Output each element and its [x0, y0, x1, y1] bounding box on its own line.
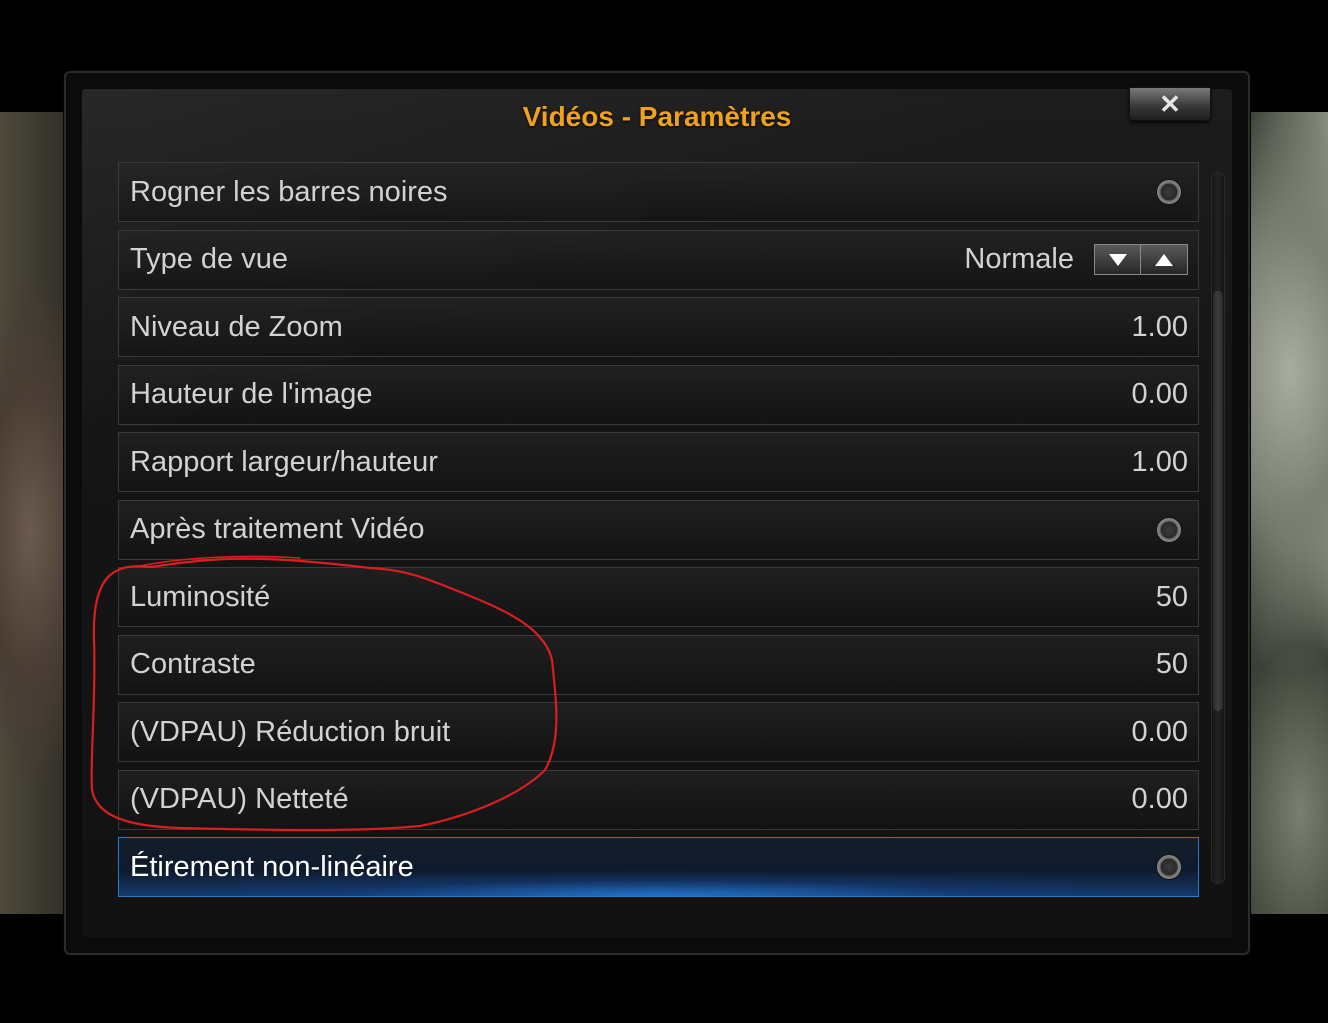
setting-label: Après traitement Vidéo: [130, 513, 425, 545]
spinner-up-button[interactable]: [1141, 244, 1188, 275]
setting-label: Contraste: [130, 648, 256, 680]
setting-label: Rogner les barres noires: [130, 175, 448, 208]
close-icon: ✕: [1159, 88, 1181, 119]
radio-toggle-icon[interactable]: [1156, 854, 1182, 880]
setting-value: 1.00: [1131, 445, 1188, 478]
radio-toggle-icon[interactable]: [1156, 516, 1182, 543]
setting-label: Luminosité: [130, 580, 271, 613]
scrollbar-thumb[interactable]: [1213, 291, 1223, 711]
setting-label: (VDPAU) Netteté: [130, 783, 349, 815]
spinner-down-button[interactable]: [1094, 244, 1141, 275]
setting-pixel-ratio[interactable]: Rapport largeur/hauteur 1.00: [118, 432, 1199, 492]
setting-value: 0.00: [1131, 378, 1188, 410]
setting-value: 1.00: [1131, 310, 1188, 343]
view-mode-spinner: [1094, 244, 1188, 275]
setting-value: 50: [1155, 580, 1188, 613]
setting-contrast[interactable]: Contraste 50: [118, 634, 1199, 695]
setting-label: (VDPAU) Réduction bruit: [130, 715, 451, 748]
settings-scrollbar[interactable]: [1211, 172, 1225, 884]
setting-value: 50: [1155, 648, 1188, 680]
setting-label: Étirement non-linéaire: [130, 850, 414, 883]
radio-toggle-icon[interactable]: [1156, 179, 1182, 205]
setting-label: Rapport largeur/hauteur: [130, 445, 438, 478]
setting-label: Niveau de Zoom: [130, 310, 343, 343]
setting-vdpau-sharpness[interactable]: (VDPAU) Netteté 0.00: [118, 769, 1199, 830]
setting-value: Normale: [964, 243, 1074, 275]
arrow-up-icon: [1155, 253, 1173, 266]
setting-crop-black-bars[interactable]: Rogner les barres noires: [118, 162, 1199, 222]
setting-post-processing[interactable]: Après traitement Vidéo: [118, 499, 1199, 560]
setting-vdpau-noise-reduction[interactable]: (VDPAU) Réduction bruit 0.00: [118, 702, 1199, 762]
setting-zoom-level[interactable]: Niveau de Zoom 1.00: [118, 297, 1199, 357]
settings-list: Rogner les barres noires Type de vue Nor…: [118, 162, 1199, 905]
video-settings-dialog: Vidéos - Paramètres ✕ Rogner les barres …: [64, 71, 1250, 955]
setting-brightness[interactable]: Luminosité 50: [118, 567, 1199, 627]
setting-vertical-shift[interactable]: Hauteur de l'image 0.00: [118, 364, 1199, 425]
setting-nonlinear-stretch[interactable]: Étirement non-linéaire: [118, 837, 1199, 897]
setting-value: 0.00: [1131, 783, 1188, 815]
screen: Vidéos - Paramètres ✕ Rogner les barres …: [0, 0, 1328, 1023]
close-button[interactable]: ✕: [1129, 87, 1211, 121]
setting-view-mode[interactable]: Type de vue Normale: [118, 229, 1199, 290]
dialog-title: Vidéos - Paramètres: [522, 101, 792, 132]
setting-label: Type de vue: [130, 243, 288, 275]
arrow-down-icon: [1108, 253, 1127, 266]
setting-label: Hauteur de l'image: [130, 378, 373, 410]
setting-value: 0.00: [1131, 715, 1188, 748]
